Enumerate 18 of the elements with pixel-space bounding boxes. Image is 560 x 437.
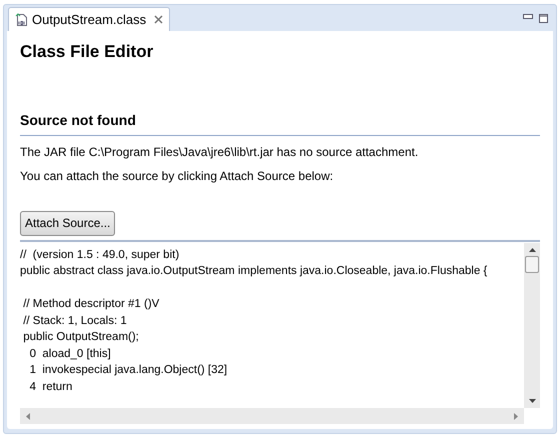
class-file-icon bbox=[15, 12, 28, 26]
horizontal-scrollbar[interactable] bbox=[20, 408, 524, 424]
scroll-down-icon[interactable] bbox=[528, 399, 536, 403]
minimize-icon[interactable] bbox=[523, 14, 533, 19]
editor-title: Class File Editor bbox=[20, 41, 154, 63]
maximize-icon[interactable] bbox=[539, 14, 548, 23]
message-text: You can attach the source by clicking Attach Source below: bbox=[20, 168, 334, 184]
scroll-left-icon[interactable] bbox=[26, 412, 30, 420]
section-title: Source not found bbox=[20, 110, 540, 136]
vertical-scrollbar[interactable] bbox=[524, 242, 540, 408]
scroll-right-icon[interactable] bbox=[514, 412, 518, 420]
attach-source-button[interactable]: Attach Source... bbox=[20, 210, 116, 236]
scroll-up-icon[interactable] bbox=[528, 248, 536, 252]
message-text: The JAR file C:\Program Files\Java\jre6\lib\rt.jar has no source attachment. bbox=[20, 144, 420, 160]
bytecode-text: // (version 1.5 : 49.0, super bit) public abstract class java.io.OutputStream implements java.io.Closeable, java.io.Flushable { // Method descriptor #1 ()V // Stack: 1, Locals: 1 public OutputStream(); 0 aload_0 [this] 1 invokespecial java.lang.Object() [32] 4 return bbox=[20, 248, 488, 394]
editor-tab[interactable]: OutputStream.class bbox=[8, 7, 170, 31]
close-icon[interactable] bbox=[154, 15, 164, 24]
scrollbar-thumb[interactable] bbox=[525, 256, 539, 272]
